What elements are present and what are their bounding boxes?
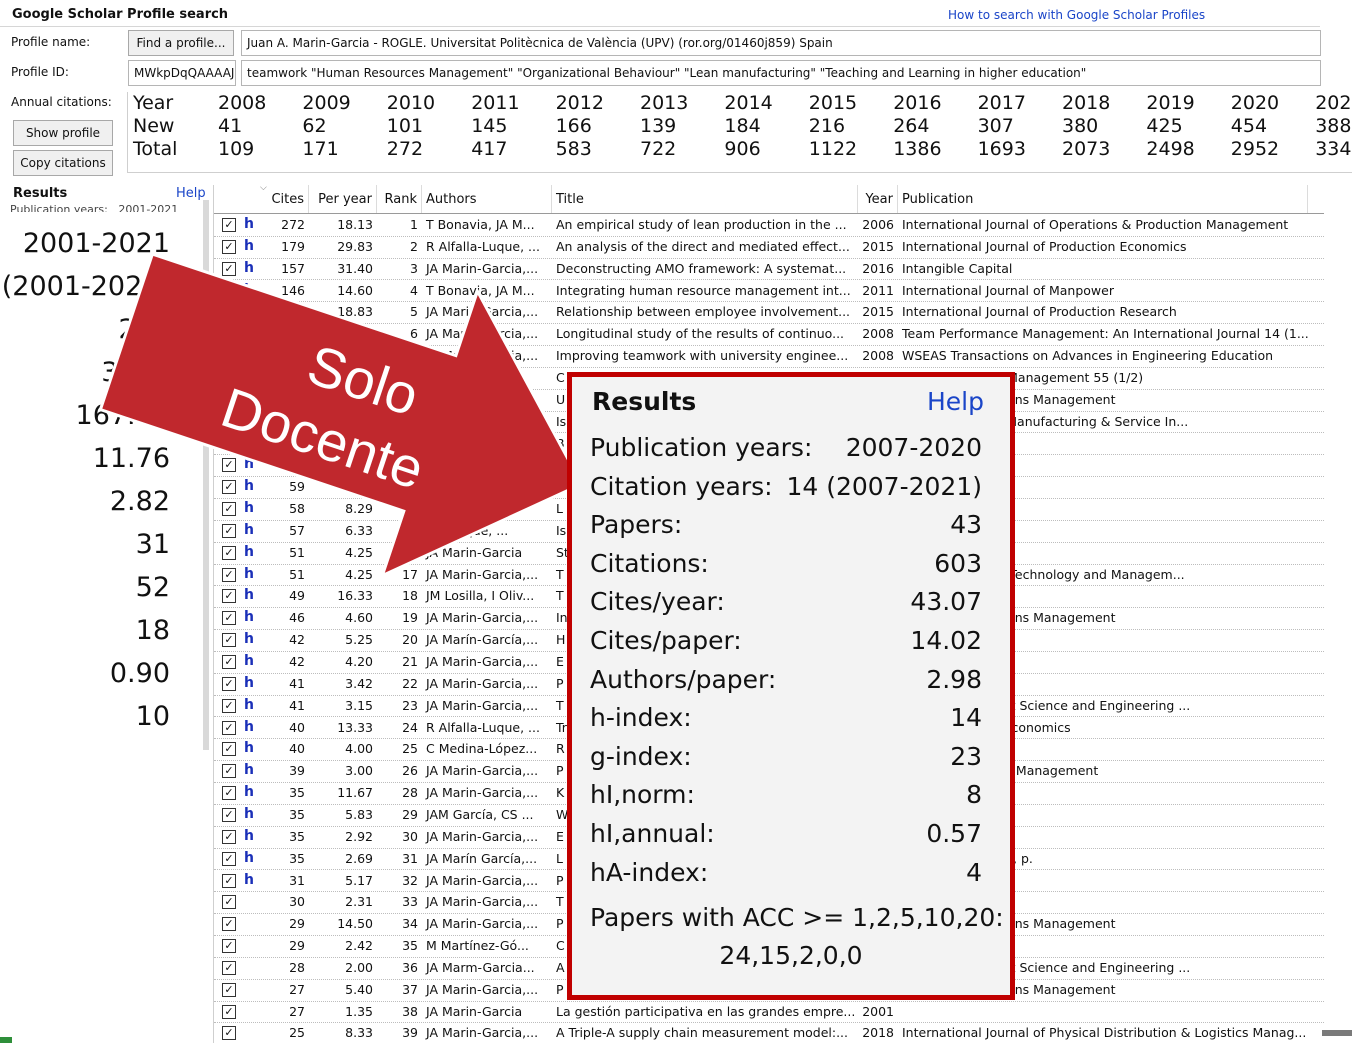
metric-label: Cites/year: (590, 587, 725, 617)
metric-value: 14.02 (910, 626, 982, 655)
metric-value: 4 (966, 857, 982, 887)
metric-label: h-index: (590, 703, 692, 733)
metric-label: hA-index: (590, 857, 709, 887)
metric-value: 43.07 (910, 587, 982, 617)
metric-value: 603 (934, 548, 982, 578)
acc-value: 24,15,2,0,0 (719, 941, 863, 970)
metric-value: 0.57 (926, 819, 982, 848)
metric-label: hI,norm: (590, 780, 695, 810)
metric-value: 8 (966, 780, 982, 810)
acc-label: Papers with ACC >= 1,2,5,10,20: (590, 903, 1004, 932)
metric-label: g-index: (590, 741, 692, 771)
metric-label: hI,annual: (590, 819, 715, 848)
metric-label: Papers: (590, 510, 683, 540)
bottom-right-edge (1322, 1030, 1352, 1036)
results-box-help[interactable]: Help (927, 387, 984, 416)
metric-label: Authors/paper: (590, 664, 777, 694)
bottom-left-edge (0, 1037, 12, 1043)
metric-value: 23 (950, 741, 982, 771)
metric-label: Citation years: (590, 471, 773, 501)
metric-value: 14 (950, 703, 982, 733)
metric-label: Citations: (590, 548, 709, 578)
metric-value: 2.98 (926, 664, 982, 694)
metric-value: 14 (2007-2021) (786, 471, 982, 501)
results-box: Results Help Publication years: 2007-2020… (567, 372, 1015, 1000)
metric-label: Publication years: (590, 433, 813, 462)
metric-value: 43 (950, 510, 982, 540)
results-box-title: Results (592, 387, 697, 416)
metric-value: 2007-2020 (845, 433, 982, 462)
metric-label: Cites/paper: (590, 626, 742, 655)
